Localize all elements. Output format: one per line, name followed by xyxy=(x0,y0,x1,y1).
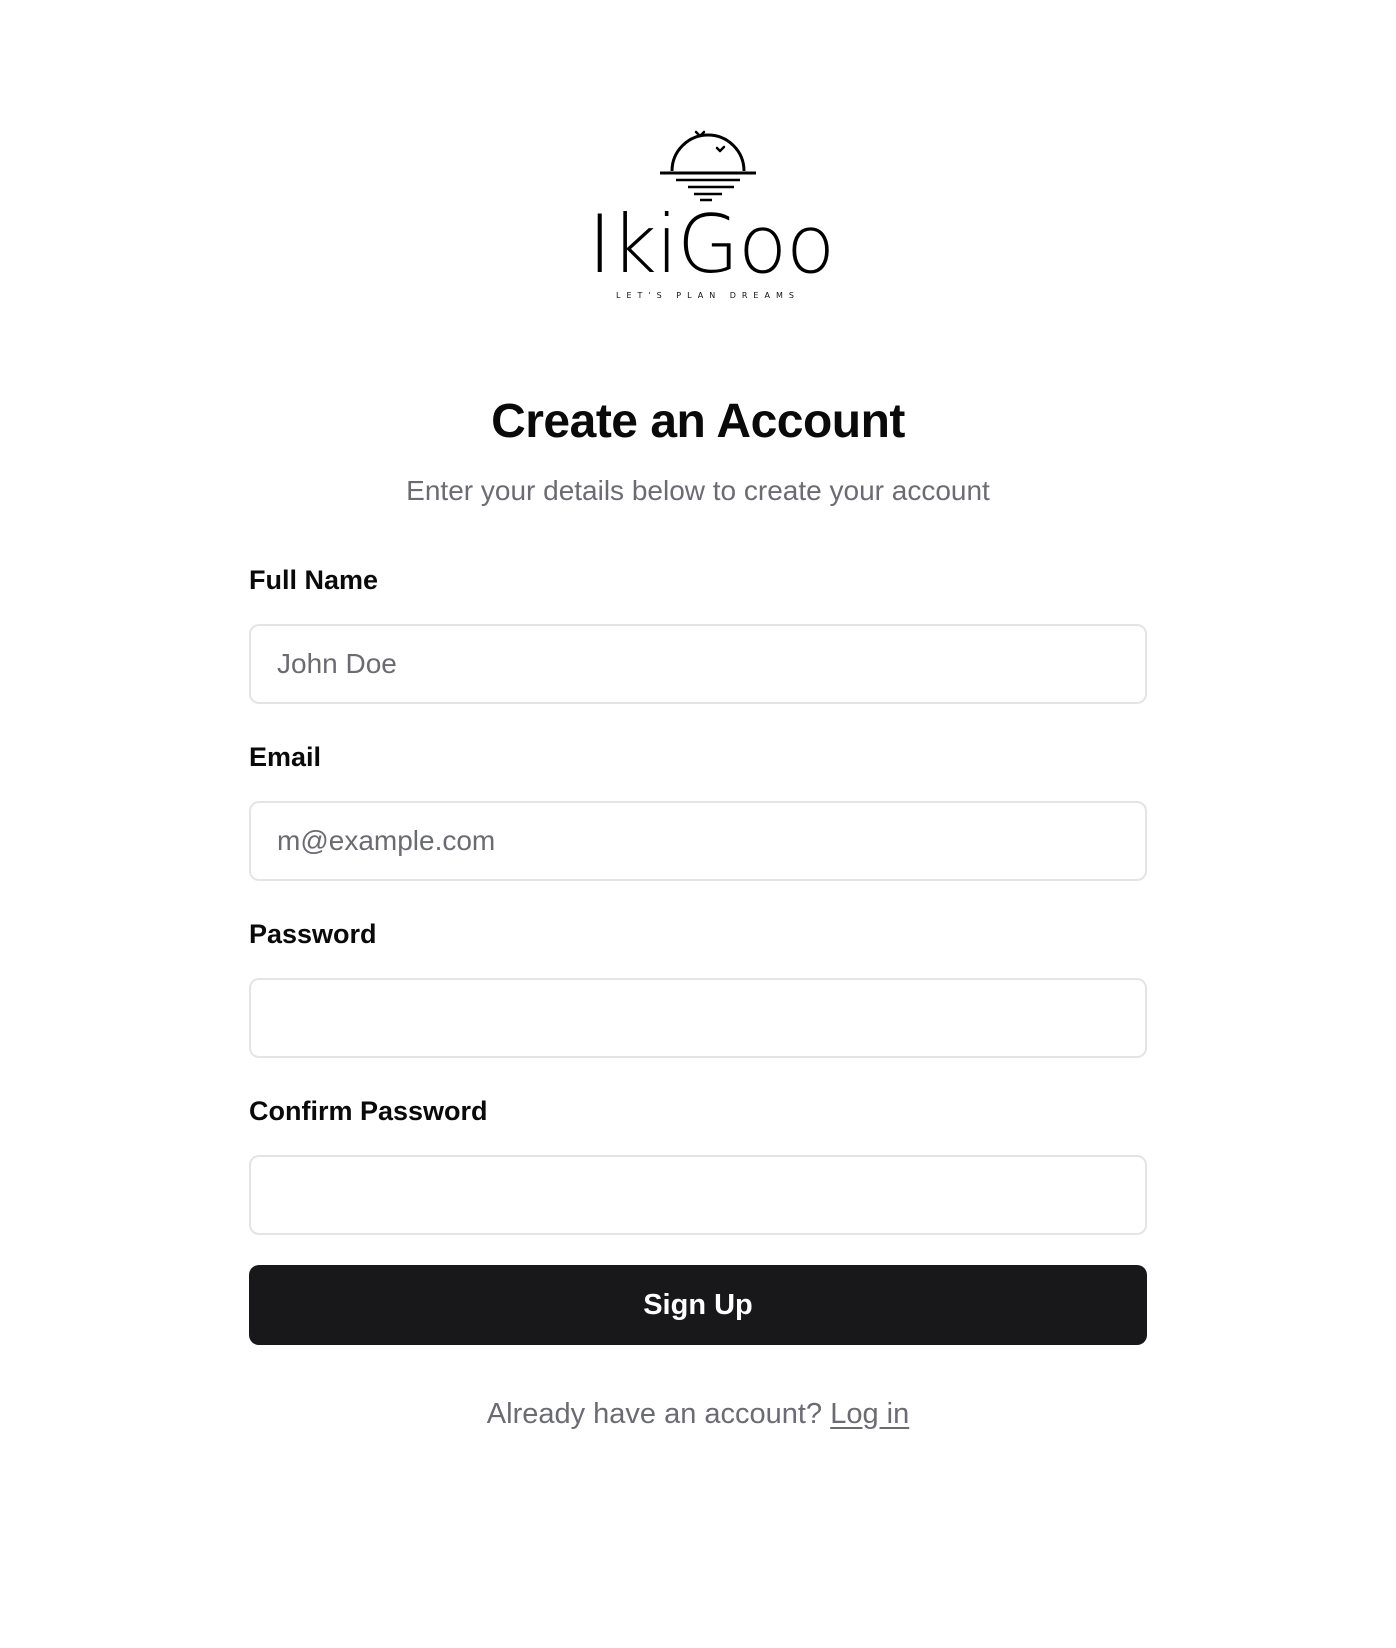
full-name-field-group: Full Name xyxy=(249,564,1147,704)
confirm-password-label: Confirm Password xyxy=(249,1096,488,1126)
login-prompt-text: Already have an account? xyxy=(486,1398,823,1430)
login-prompt: Already have an account? Log in xyxy=(0,1396,1396,1432)
sun-over-water-icon xyxy=(660,130,756,202)
confirm-password-field-group: Confirm Password xyxy=(249,1095,1147,1235)
sign-up-button[interactable]: Sign Up xyxy=(249,1265,1147,1345)
password-field-group: Password xyxy=(249,918,1147,1058)
confirm-password-input[interactable] xyxy=(249,1155,1147,1235)
password-label: Password xyxy=(249,919,377,949)
full-name-label: Full Name xyxy=(249,565,379,595)
brand-name: IkiGoo xyxy=(588,198,835,291)
password-input[interactable] xyxy=(249,978,1147,1058)
email-input[interactable] xyxy=(249,801,1147,881)
page-subtitle: Enter your details below to create your … xyxy=(406,475,990,506)
login-link[interactable]: Log in xyxy=(830,1398,909,1430)
email-field-group: Email xyxy=(249,741,1147,881)
page-title: Create an Account xyxy=(491,395,905,448)
full-name-input[interactable] xyxy=(249,624,1147,704)
brand-tagline: LET'S PLAN DREAMS xyxy=(616,291,800,300)
brand-logo: IkiGoo LET'S PLAN DREAMS xyxy=(588,118,835,308)
email-label: Email xyxy=(249,742,322,772)
